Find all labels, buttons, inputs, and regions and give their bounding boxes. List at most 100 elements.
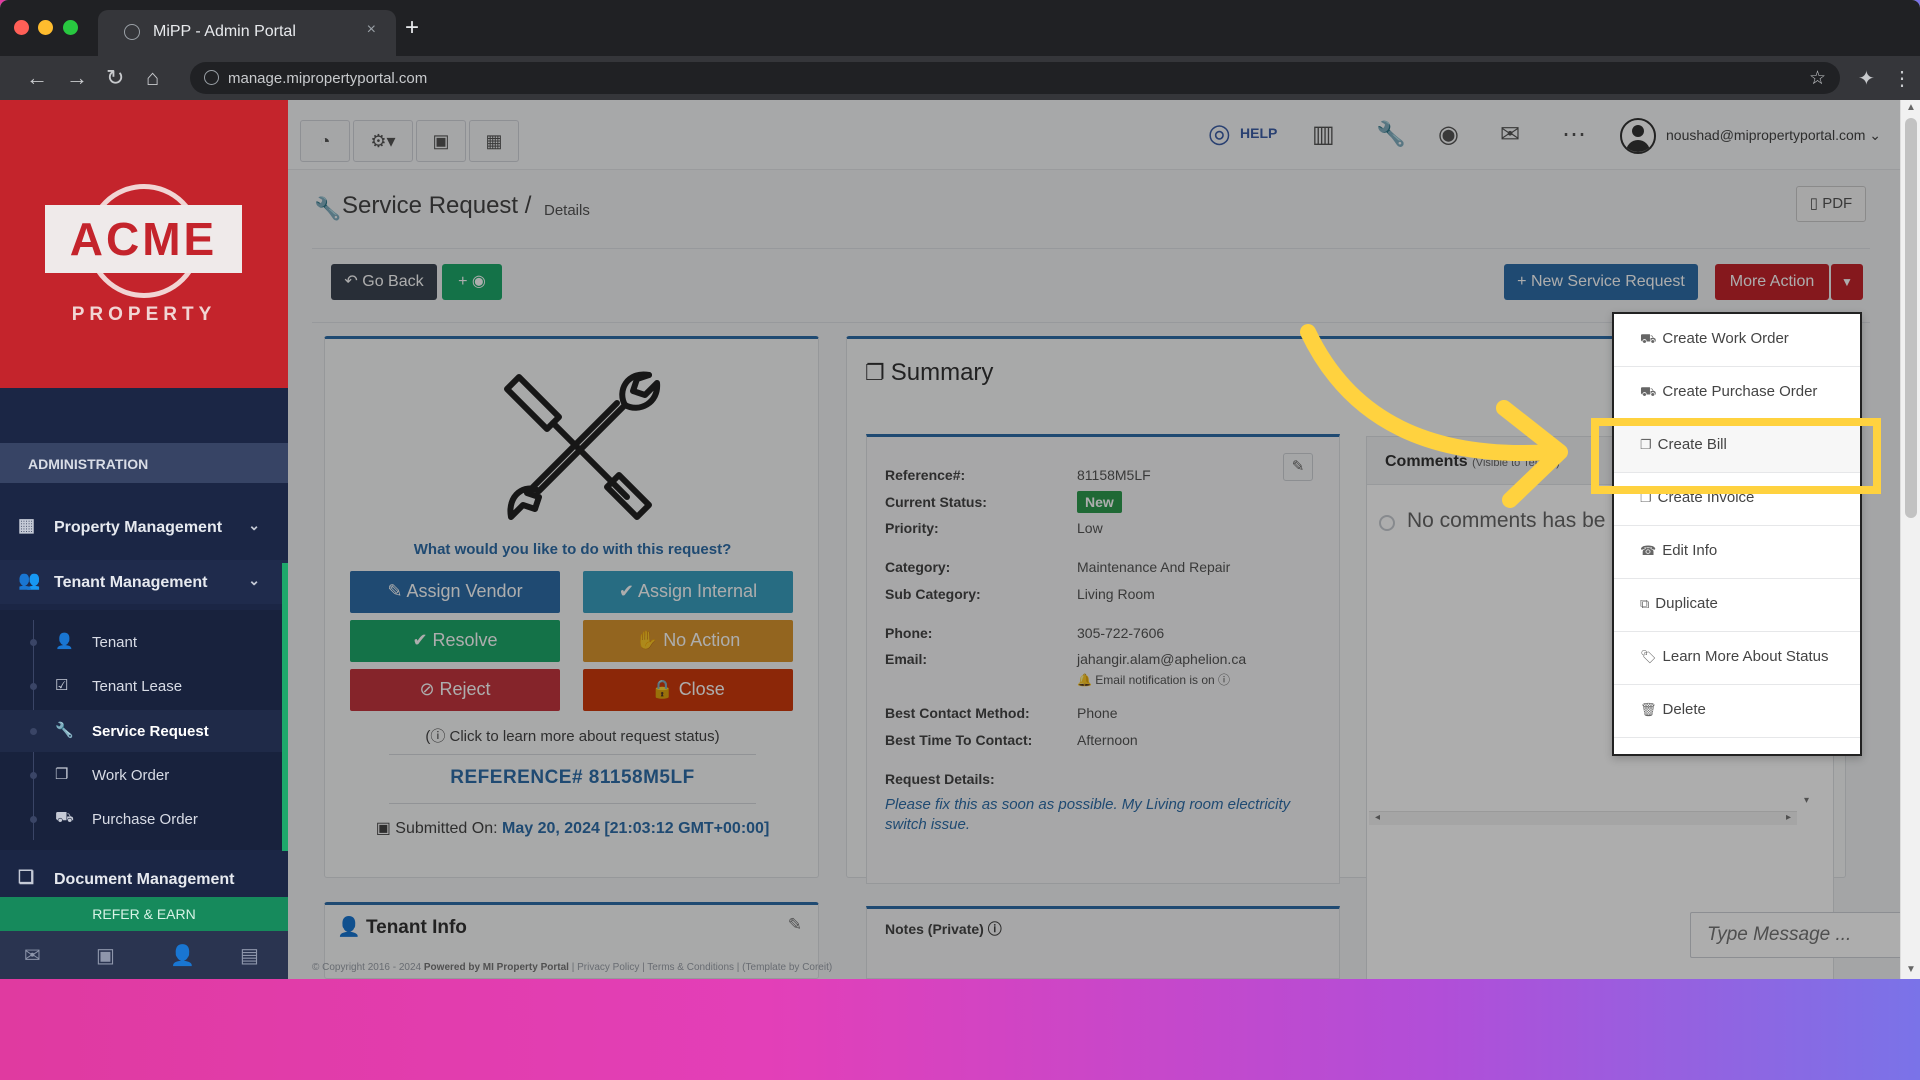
browser-tab[interactable]: MiPP - Admin Portal × (98, 10, 396, 56)
no-action-button[interactable]: ✋ No Action (583, 620, 793, 662)
dashboard-button[interactable]: ◔ (300, 120, 350, 162)
scroll-down-icon[interactable]: ▾ (1804, 795, 1809, 806)
minimize-window-button[interactable] (38, 20, 53, 35)
copy-icon: ❐ (865, 360, 885, 385)
notes-title-text: Notes (Private) (885, 921, 984, 937)
scroll-left-icon[interactable]: ◂ (1375, 812, 1380, 823)
forward-arrow-icon[interactable]: → (66, 66, 88, 90)
close-request-button[interactable]: 🔒 Close (583, 669, 793, 711)
reject-button[interactable]: ⊘ Reject (350, 669, 560, 711)
detail-value: 81158M5LF (1077, 467, 1151, 483)
sidebar-item-tenant-management[interactable]: 👥 Tenant Management ⌄ (0, 560, 288, 604)
mail-icon[interactable]: ✉ (24, 943, 41, 968)
truck-icon: ⛟ (1640, 331, 1657, 346)
users-icon: 👥 (18, 570, 41, 590)
acme-logo[interactable]: ACME PROPERTY (0, 100, 288, 388)
url-input[interactable]: manage.mipropertyportal.com ☆ (190, 62, 1840, 94)
menu-item-create-work-order[interactable]: ⛟ Create Work Order (1614, 314, 1860, 367)
assign-vendor-button[interactable]: ✎ Assign Vendor (350, 571, 560, 613)
wrench-icon[interactable]: 🔧 (1376, 120, 1406, 149)
learn-status-text: Click to learn more about request status… (449, 728, 720, 745)
more-action-button[interactable]: More Action (1715, 264, 1829, 300)
scroll-down-icon[interactable]: ▼ (1906, 964, 1916, 975)
user-menu[interactable]: noushad@mipropertyportal.com ⌄ (1666, 127, 1881, 144)
action-question: What would you like to do with this requ… (413, 541, 732, 558)
new-service-request-button[interactable]: + New Service Request (1504, 264, 1698, 300)
menu-item-label: Create Purchase Order (1662, 383, 1818, 400)
pdf-button[interactable]: ▯ PDF (1796, 186, 1866, 222)
scroll-up-icon[interactable]: ▲ (1906, 102, 1916, 113)
envelope-icon[interactable]: ✉ (1500, 120, 1520, 149)
detail-key: Category: (885, 559, 951, 575)
briefcase-icon[interactable]: ▣ (96, 943, 115, 968)
help-link[interactable]: HELP (1240, 125, 1277, 141)
menu-item-learn-more[interactable]: 🏷 Learn More About Status (1614, 632, 1860, 685)
sidebar-item-tenant-lease[interactable]: ☑ Tenant Lease (0, 665, 282, 707)
go-back-button[interactable]: ↶ Go Back (331, 264, 437, 300)
sidebar-item-purchase-order[interactable]: ⛟ Purchase Order (0, 798, 282, 840)
learn-status-link[interactable]: (ⓘ Click to learn more about request sta… (325, 725, 820, 746)
lifebuoy-icon[interactable]: ◎ (1208, 118, 1231, 149)
footer-links[interactable]: | Privacy Policy | Terms & Conditions | (572, 962, 740, 973)
wrench-icon: 🔧 (314, 196, 342, 221)
close-window-button[interactable] (14, 20, 29, 35)
sidebar-item-tenant[interactable]: 👤 Tenant (0, 621, 282, 663)
back-arrow-icon[interactable]: ← (26, 66, 48, 90)
submitted-on: ▣ Submitted On: May 20, 2024 [21:03:12 G… (325, 818, 820, 838)
horizontal-scrollbar[interactable]: ◂ ▸ (1369, 811, 1797, 825)
home-icon[interactable]: ⌂ (146, 66, 159, 90)
calculator-icon[interactable]: ▤ (240, 943, 259, 968)
bullet-dot (30, 772, 37, 779)
page-scrollbar[interactable]: ▲ ▼ (1900, 100, 1920, 979)
tenant-info-label: Tenant Info (365, 917, 467, 938)
browser-menu-icon[interactable]: ⋮ (1892, 66, 1912, 91)
sidebar-item-service-request[interactable]: 🔧 Service Request (0, 710, 282, 752)
plus-icon: + (1517, 273, 1531, 290)
assign-internal-button[interactable]: ✔ Assign Internal (583, 571, 793, 613)
settings-button[interactable]: ⚙▾ (353, 120, 413, 162)
reload-icon[interactable]: ↻ (106, 66, 124, 90)
bullet-dot (30, 683, 37, 690)
tools-illustration (504, 371, 661, 520)
sidebar: ACME PROPERTY ADMINISTRATION ▦ Property … (0, 100, 288, 979)
detail-key: Priority: (885, 520, 939, 536)
refer-earn-button[interactable]: REFER & EARN (0, 897, 288, 931)
more-horizontal-icon[interactable]: ⋯ (1562, 120, 1586, 149)
calculator-button[interactable]: ▦ (469, 120, 519, 162)
actions-panel: What would you like to do with this requ… (324, 336, 819, 878)
footer-powered[interactable]: Powered by MI Property Portal (424, 962, 569, 973)
bookmark-star-icon[interactable]: ☆ (1809, 67, 1826, 90)
new-tab-button[interactable]: + (405, 16, 419, 40)
sidebar-item-document-management[interactable]: ❏ Document Management (0, 857, 288, 901)
user-icon[interactable]: 👤 (170, 943, 195, 968)
menu-item-delete[interactable]: 🗑 Delete (1614, 685, 1860, 738)
eye-icon[interactable]: ◉ (1438, 120, 1459, 149)
bar-chart-icon[interactable]: ▥ (1312, 120, 1335, 149)
scroll-right-icon[interactable]: ▸ (1786, 812, 1791, 823)
sidebar-item-property-management[interactable]: ▦ Property Management ⌄ (0, 505, 288, 549)
detail-value: Afternoon (1077, 732, 1138, 748)
message-input[interactable] (1690, 912, 1920, 958)
menu-item-edit-info[interactable]: ☎ Edit Info (1614, 526, 1860, 579)
footer-theme: (Template by Coreit) (742, 962, 833, 973)
calendar-button[interactable]: ▣ (416, 120, 466, 162)
page-subtitle: Details (544, 202, 590, 219)
avatar[interactable] (1620, 118, 1656, 154)
user-icon: 👤 (337, 917, 366, 938)
edit-icon[interactable]: ✎ (788, 915, 802, 935)
logo-text: ACME (69, 213, 218, 265)
check-icon: ✔ (618, 581, 638, 601)
ban-icon: ⊘ (419, 679, 440, 699)
site-info-icon[interactable] (204, 70, 219, 85)
menu-item-duplicate[interactable]: ⧉ Duplicate (1614, 579, 1860, 632)
maximize-window-button[interactable] (63, 20, 78, 35)
add-watch-button[interactable]: + ◉ (442, 264, 502, 300)
extensions-icon[interactable]: ✦ (1858, 66, 1875, 91)
close-tab-icon[interactable]: × (367, 21, 376, 39)
scrollbar-thumb[interactable] (1905, 118, 1917, 518)
resolve-button[interactable]: ✔ Resolve (350, 620, 560, 662)
sidebar-item-work-order[interactable]: ❐ Work Order (0, 754, 282, 796)
more-action-caret[interactable]: ▼ (1831, 264, 1863, 300)
menu-item-create-purchase-order[interactable]: ⛟ Create Purchase Order (1614, 367, 1860, 420)
bullet-dot (30, 816, 37, 823)
